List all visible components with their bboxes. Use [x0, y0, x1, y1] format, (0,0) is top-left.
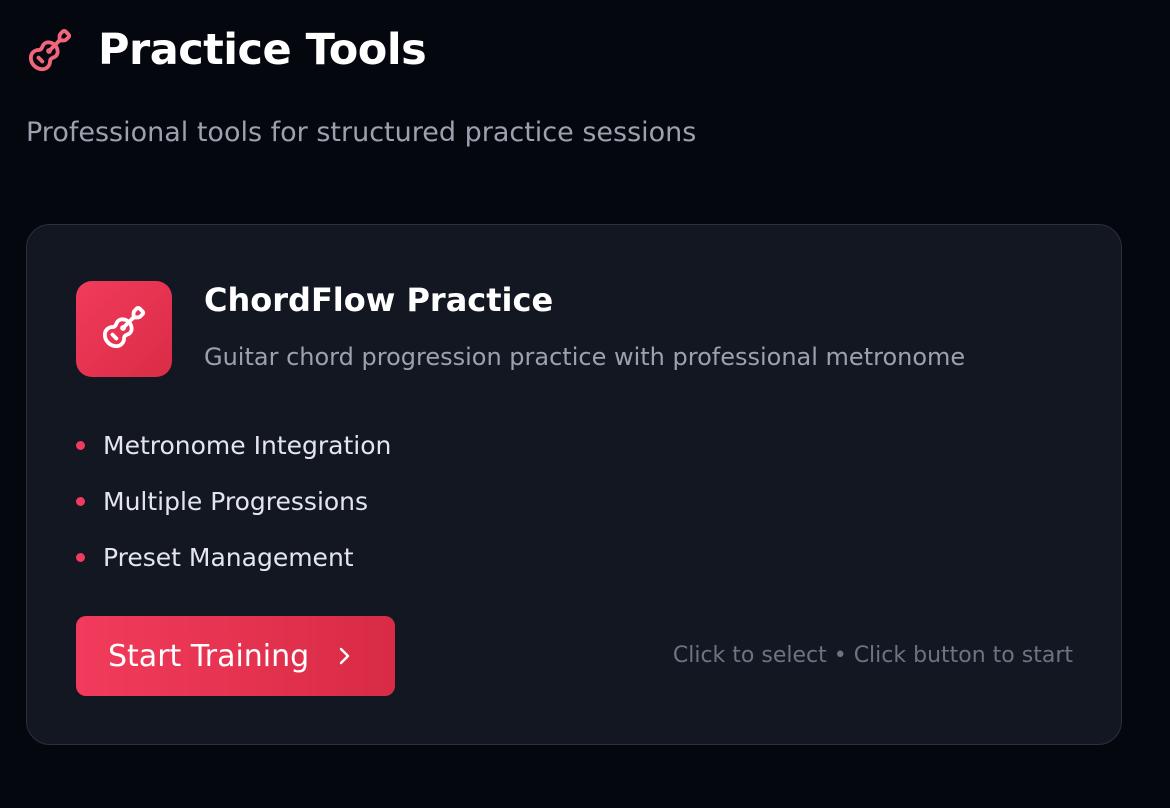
feature-label: Metronome Integration	[103, 430, 392, 460]
feature-item: Preset Management	[76, 529, 391, 585]
bullet-dot-icon	[76, 440, 85, 450]
start-training-button[interactable]: Start Training	[76, 616, 395, 696]
guitar-icon	[101, 304, 147, 354]
guitar-icon	[26, 26, 74, 74]
tool-description: Guitar chord progression practice with p…	[204, 343, 966, 371]
feature-item: Multiple Progressions	[76, 473, 391, 529]
practice-tools-page: Practice Tools Professional tools for st…	[0, 0, 1170, 808]
tool-title: ChordFlow Practice	[204, 281, 554, 319]
page-subtitle: Professional tools for structured practi…	[26, 117, 697, 148]
tool-card-chordflow[interactable]: ChordFlow Practice Guitar chord progress…	[26, 224, 1122, 745]
page-title: Practice Tools	[98, 25, 427, 75]
feature-label: Preset Management	[103, 542, 354, 572]
feature-list: Metronome Integration Multiple Progressi…	[76, 417, 391, 585]
page-header: Practice Tools	[26, 22, 427, 78]
chevron-right-icon	[335, 645, 353, 667]
start-training-label: Start Training	[108, 638, 310, 674]
tool-icon-badge	[76, 281, 172, 377]
feature-item: Metronome Integration	[76, 417, 391, 473]
feature-label: Multiple Progressions	[103, 486, 369, 516]
selection-hint: Click to select • Click button to start	[672, 643, 1073, 668]
bullet-dot-icon	[76, 552, 85, 562]
bullet-dot-icon	[76, 496, 85, 506]
